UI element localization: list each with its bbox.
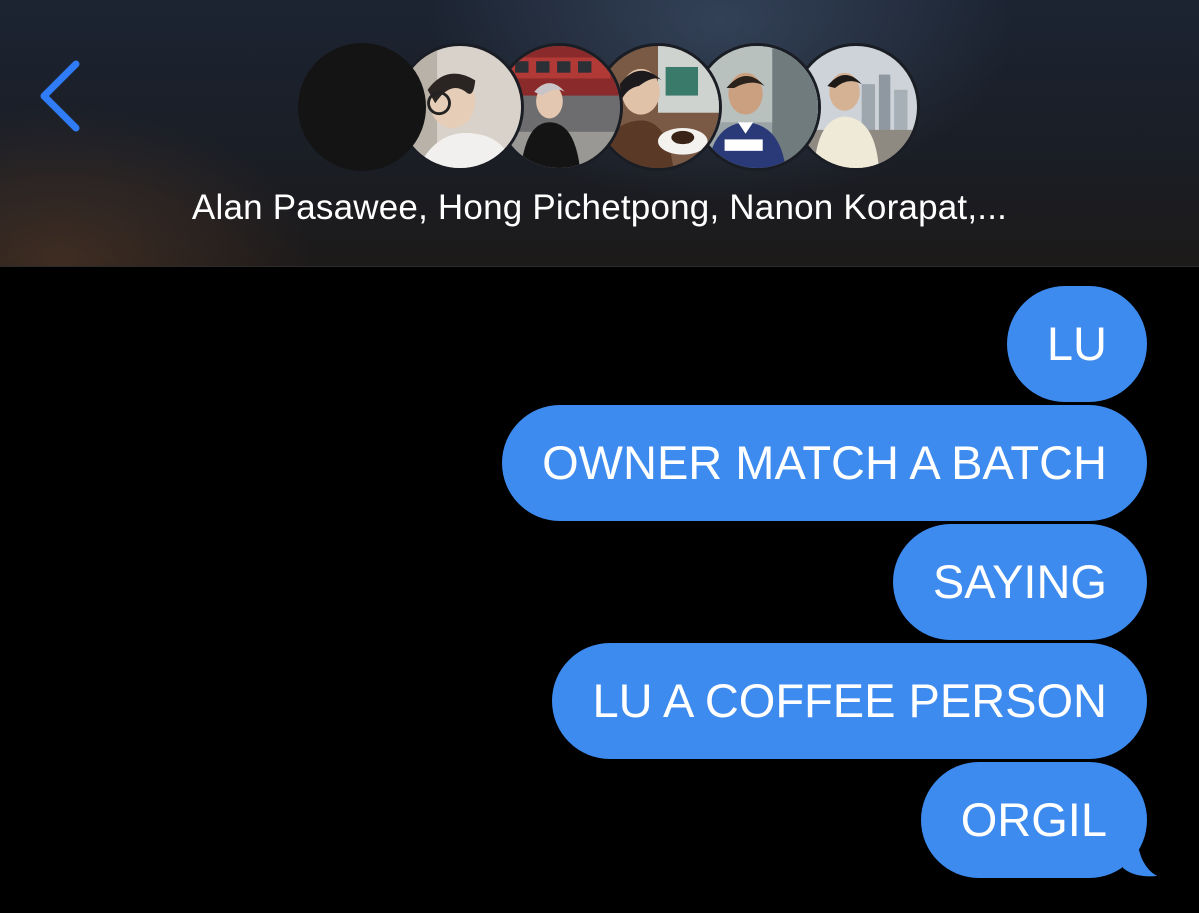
group-avatars[interactable] — [298, 43, 920, 173]
message-bubble[interactable]: OWNER MATCH A BATCH — [502, 405, 1147, 521]
conversation-header: Alan Pasawee, Hong Pichetpong, Nanon Kor… — [0, 0, 1199, 267]
message-bubble[interactable]: LU A COFFEE PERSON — [552, 643, 1147, 759]
back-button[interactable] — [30, 56, 90, 136]
message-bubble[interactable]: LU — [1006, 286, 1147, 402]
group-name[interactable]: Alan Pasawee, Hong Pichetpong, Nanon Kor… — [0, 188, 1199, 228]
bubble-tail-icon — [1123, 836, 1157, 877]
chevron-left-icon — [40, 60, 80, 132]
avatar-placeholder — [298, 43, 426, 171]
message-thread: LU OWNER MATCH A BATCH SAYING LU A COFFE… — [0, 267, 1199, 913]
message-bubble[interactable]: SAYING — [892, 524, 1147, 640]
message-bubble-last[interactable]: ORGIL — [920, 762, 1147, 878]
messages-screen: Alan Pasawee, Hong Pichetpong, Nanon Kor… — [0, 0, 1199, 913]
